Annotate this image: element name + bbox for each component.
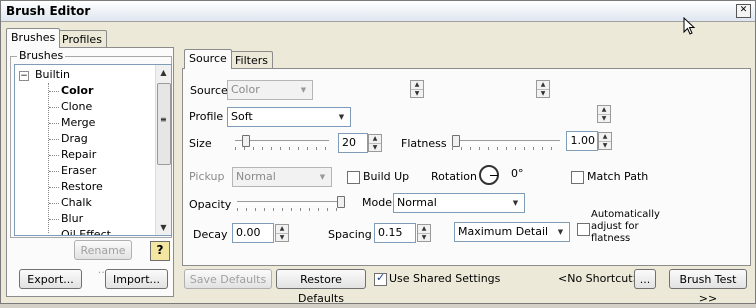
use-shared-settings-label: Use Shared Settings xyxy=(389,272,501,285)
tree-connector xyxy=(49,139,59,140)
help-icon[interactable]: ? xyxy=(150,241,170,261)
tree-item-color[interactable]: Color xyxy=(61,83,93,99)
close-button[interactable]: ✕ xyxy=(736,4,751,18)
scroll-thumb[interactable]: ≡ xyxy=(157,83,171,165)
tree-connector xyxy=(49,187,59,188)
tree-item-merge[interactable]: Merge xyxy=(61,115,95,131)
window-title: Brush Editor xyxy=(6,4,91,18)
opacity-label: Opacity xyxy=(189,198,232,211)
auto-adjust-checkbox[interactable] xyxy=(577,223,590,236)
detail-dropdown[interactable]: Maximum Detail ▼ xyxy=(454,222,570,242)
flatness-spinner[interactable]: ▲ ▼ xyxy=(598,132,612,150)
shortcut-label: <No Shortcut> xyxy=(558,272,642,285)
mouse-cursor-icon xyxy=(683,17,696,35)
import-button[interactable]: Import... xyxy=(105,269,168,289)
size-slider-knob[interactable] xyxy=(242,135,250,147)
decay-input[interactable]: 0.00 xyxy=(232,223,274,243)
tree-item-clone[interactable]: Clone xyxy=(61,99,92,115)
tab-filters[interactable]: Filters xyxy=(230,51,273,69)
size-input[interactable]: 20 xyxy=(338,133,368,153)
spacing-spinner[interactable]: ▲ ▼ xyxy=(417,224,431,242)
rotation-label: Rotation xyxy=(431,170,478,183)
decay-label: Decay xyxy=(193,228,228,241)
build-up-checkbox[interactable] xyxy=(347,171,360,184)
restore-defaults-button[interactable]: Restore Defaults xyxy=(276,269,366,305)
source-spinner-2[interactable]: ▲ ▼ xyxy=(536,80,550,98)
pickup-label: Pickup xyxy=(189,170,225,183)
decay-spinner[interactable]: ▲ ▼ xyxy=(275,224,289,242)
chevron-down-icon: ▼ xyxy=(512,199,519,207)
tab-source[interactable]: Source xyxy=(184,49,232,69)
tree-connector xyxy=(49,171,59,172)
export-button[interactable]: Export... xyxy=(19,269,82,289)
shortcut-button[interactable]: ... xyxy=(634,269,656,289)
opacity-slider-knob[interactable] xyxy=(337,196,345,208)
tree-item-blur[interactable]: Blur xyxy=(61,211,83,227)
chevron-down-icon: ▼ xyxy=(300,86,307,94)
profile-spinner[interactable]: ▲ ▼ xyxy=(597,105,611,123)
size-spinner[interactable]: ▲ ▼ xyxy=(368,134,382,152)
save-defaults-button[interactable]: Save Defaults xyxy=(184,269,272,289)
mode-dropdown[interactable]: Normal ▼ xyxy=(393,193,525,213)
match-path-checkbox[interactable] xyxy=(571,171,584,184)
brush-editor-window: Brush Editor ✕ Brushes Profiles Brushes … xyxy=(0,0,756,305)
flatness-slider[interactable] xyxy=(452,134,560,150)
opacity-slider[interactable] xyxy=(237,195,345,211)
flatness-label: Flatness xyxy=(401,137,447,150)
rotation-dial-icon[interactable] xyxy=(479,165,499,185)
size-label: Size xyxy=(189,137,212,150)
scroll-down-icon[interactable]: ▼ xyxy=(157,221,170,234)
tree-connector xyxy=(49,107,59,108)
tree-connector xyxy=(49,235,59,236)
source-spinner[interactable]: ▲ ▼ xyxy=(410,80,424,98)
source-dropdown[interactable]: Color ▼ xyxy=(227,80,313,100)
auto-adjust-label: Automatically adjust for flatness xyxy=(591,209,660,244)
tree-connector xyxy=(49,219,59,220)
tree-item-restore[interactable]: Restore xyxy=(61,179,103,195)
tree-item-builtin[interactable]: − Builtin xyxy=(15,67,155,83)
profile-label: Profile xyxy=(189,110,224,123)
tree-connector xyxy=(49,155,59,156)
build-up-label: Build Up xyxy=(363,170,410,183)
tab-brushes[interactable]: Brushes xyxy=(6,28,61,48)
tree-item-drag[interactable]: Drag xyxy=(61,131,88,147)
spacing-input[interactable]: 0.15 xyxy=(374,223,416,243)
size-slider[interactable] xyxy=(235,134,329,150)
brush-test-button[interactable]: Brush Test >> xyxy=(669,269,747,305)
chevron-down-icon: ▼ xyxy=(319,173,326,181)
chevron-down-icon: ▼ xyxy=(557,228,564,236)
flatness-slider-knob[interactable] xyxy=(452,135,460,147)
tree-connector xyxy=(49,123,59,124)
tree-item-eraser[interactable]: Eraser xyxy=(61,163,96,179)
collapse-icon[interactable]: − xyxy=(19,71,29,81)
tree-item-oil-effect[interactable]: Oil Effect xyxy=(61,227,111,235)
pickup-dropdown[interactable]: Normal ▼ xyxy=(232,167,332,187)
tree-scrollbar[interactable]: ▲ ≡ ▼ xyxy=(155,65,171,235)
tree-connector xyxy=(49,203,59,204)
scroll-up-icon[interactable]: ▲ xyxy=(157,66,170,79)
chevron-down-icon: ▼ xyxy=(338,113,345,121)
flatness-input[interactable]: 1.00 xyxy=(566,131,598,151)
brush-tree[interactable]: − Builtin Color Clone Merge Drag Repair Erase… xyxy=(14,64,172,236)
title-bar[interactable]: Brush Editor ✕ xyxy=(1,1,755,22)
source-label: Source xyxy=(190,84,228,97)
spacing-label: Spacing xyxy=(328,228,372,241)
brushes-group-title: Brushes xyxy=(17,49,66,62)
rotation-value: 0° xyxy=(511,167,524,180)
rename-button[interactable]: Rename ... xyxy=(74,240,132,276)
tab-profiles[interactable]: Profiles xyxy=(57,30,107,48)
use-shared-settings-checkbox[interactable] xyxy=(374,271,387,286)
profile-dropdown[interactable]: Soft ▼ xyxy=(227,107,351,127)
mode-label: Mode xyxy=(362,196,392,209)
tree-item-repair[interactable]: Repair xyxy=(61,147,96,163)
match-path-label: Match Path xyxy=(587,170,649,183)
tree-connector xyxy=(48,83,49,233)
tree-item-chalk[interactable]: Chalk xyxy=(61,195,92,211)
tree-connector xyxy=(49,91,59,92)
